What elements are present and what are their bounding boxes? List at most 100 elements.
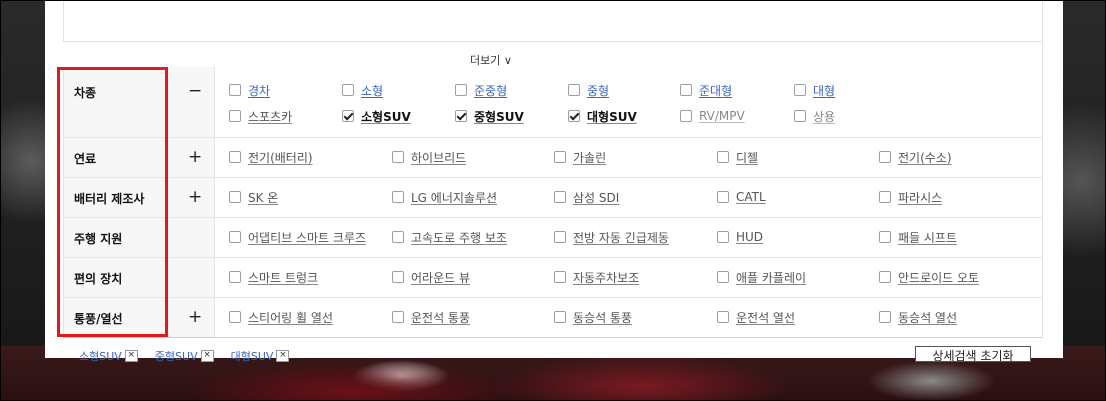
option-label[interactable]: 스포츠카 (248, 108, 292, 125)
checkbox[interactable] (717, 191, 729, 203)
filter-option[interactable]: 하이브리드 (392, 148, 466, 166)
filter-option[interactable]: 안드로이드 오토 (879, 268, 979, 286)
checkbox[interactable] (680, 84, 692, 96)
collapse-button[interactable]: − (167, 67, 215, 137)
option-label[interactable]: 운전석 통풍 (411, 309, 470, 326)
filter-option[interactable]: 삼성 SDI (554, 188, 619, 206)
close-icon[interactable]: × (124, 350, 138, 362)
checkbox[interactable] (229, 84, 241, 96)
filter-option[interactable]: HUD (717, 228, 763, 246)
option-label[interactable]: RV/MPV (699, 109, 745, 123)
filter-option[interactable]: SK 온 (229, 188, 278, 206)
filter-option[interactable]: 대형SUV (568, 107, 637, 125)
checkbox[interactable] (717, 151, 729, 163)
filter-option[interactable]: 어댑티브 스마트 크루즈 (229, 228, 366, 246)
filter-option[interactable]: 디젤 (717, 148, 758, 166)
checkbox[interactable] (879, 271, 891, 283)
checkbox[interactable] (879, 151, 891, 163)
filter-option[interactable]: 대형 (794, 81, 835, 99)
option-label[interactable]: 스마트 트렁크 (248, 269, 318, 286)
checkbox[interactable] (342, 84, 354, 96)
checkbox[interactable] (554, 311, 566, 323)
filter-option[interactable]: 중형 (568, 81, 609, 99)
filter-option[interactable]: 전기(배터리) (229, 148, 313, 166)
checkbox[interactable] (568, 84, 580, 96)
close-icon[interactable]: × (276, 350, 290, 362)
filter-option[interactable]: 준중형 (455, 81, 507, 99)
option-label[interactable]: 어라운드 뷰 (411, 269, 470, 286)
checkbox-checked[interactable] (342, 110, 354, 122)
checkbox-checked[interactable] (455, 110, 467, 122)
filter-option[interactable]: 상용 (794, 107, 835, 125)
expand-button[interactable]: + (167, 178, 215, 217)
filter-option[interactable]: 준대형 (680, 81, 732, 99)
expand-button[interactable]: + (167, 298, 215, 337)
filter-option[interactable]: 소형SUV (342, 107, 411, 125)
filter-option[interactable]: 스포츠카 (229, 107, 292, 125)
filter-option[interactable]: 소형 (342, 81, 383, 99)
checkbox[interactable] (794, 84, 806, 96)
filter-option[interactable]: 운전석 통풍 (392, 308, 470, 326)
chip[interactable]: 대형SUV × (231, 348, 290, 364)
filter-option[interactable]: RV/MPV (680, 107, 745, 125)
filter-option[interactable]: LG 에너지솔루션 (392, 188, 497, 206)
option-label[interactable]: 대형SUV (587, 108, 637, 125)
filter-option[interactable]: 운전석 열선 (717, 308, 795, 326)
filter-option[interactable]: 전방 자동 긴급제동 (554, 228, 669, 246)
option-label[interactable]: 준대형 (699, 82, 732, 99)
filter-option[interactable]: 중형SUV (455, 107, 524, 125)
checkbox[interactable] (392, 231, 404, 243)
expand-button[interactable]: + (167, 138, 215, 177)
option-label[interactable]: 하이브리드 (411, 149, 466, 166)
option-label[interactable]: 준중형 (474, 82, 507, 99)
filter-option[interactable]: 동승석 열선 (879, 308, 957, 326)
option-label[interactable]: 동승석 열선 (898, 309, 957, 326)
option-label[interactable]: 고속도로 주행 보조 (411, 229, 507, 246)
option-label[interactable]: 디젤 (736, 149, 758, 166)
filter-option[interactable]: 패들 시프트 (879, 228, 957, 246)
option-label[interactable]: 중형 (587, 82, 609, 99)
chip[interactable]: 중형SUV × (155, 348, 214, 364)
filter-option[interactable]: 애플 카플레이 (717, 268, 806, 286)
option-label[interactable]: SK 온 (248, 189, 278, 206)
checkbox[interactable] (392, 311, 404, 323)
checkbox[interactable] (229, 311, 241, 323)
option-label[interactable]: LG 에너지솔루션 (411, 189, 497, 206)
checkbox[interactable] (554, 231, 566, 243)
option-label[interactable]: 패들 시프트 (898, 229, 957, 246)
checkbox[interactable] (554, 151, 566, 163)
option-label[interactable]: 애플 카플레이 (736, 269, 806, 286)
close-icon[interactable]: × (200, 350, 214, 362)
more-button[interactable]: 더보기 ∨ (470, 52, 512, 68)
option-label[interactable]: 전방 자동 긴급제동 (573, 229, 669, 246)
option-label[interactable]: 가솔린 (573, 149, 606, 166)
option-label[interactable]: CATL (736, 190, 766, 204)
option-label[interactable]: 소형 (361, 82, 383, 99)
option-label[interactable]: 파라시스 (898, 189, 942, 206)
checkbox[interactable] (717, 271, 729, 283)
reset-filters-button[interactable]: 상세검색 초기화 (915, 346, 1031, 362)
option-label[interactable]: 대형 (813, 82, 835, 99)
checkbox[interactable] (717, 311, 729, 323)
checkbox[interactable] (554, 271, 566, 283)
option-label[interactable]: 전기(배터리) (248, 149, 313, 166)
checkbox[interactable] (229, 110, 241, 122)
filter-option[interactable]: CATL (717, 188, 766, 206)
option-label[interactable]: 운전석 열선 (736, 309, 795, 326)
filter-option[interactable]: 자동주차보조 (554, 268, 639, 286)
checkbox[interactable] (229, 271, 241, 283)
option-label[interactable]: 동승석 통풍 (573, 309, 632, 326)
filter-option[interactable]: 파라시스 (879, 188, 942, 206)
checkbox[interactable] (392, 151, 404, 163)
option-label[interactable]: 삼성 SDI (573, 189, 619, 206)
option-label[interactable]: HUD (736, 230, 763, 244)
checkbox[interactable] (879, 231, 891, 243)
checkbox-checked[interactable] (568, 110, 580, 122)
chip[interactable]: 소형SUV × (79, 348, 138, 364)
checkbox[interactable] (879, 191, 891, 203)
checkbox[interactable] (229, 191, 241, 203)
checkbox[interactable] (794, 110, 806, 122)
filter-option[interactable]: 어라운드 뷰 (392, 268, 470, 286)
option-label[interactable]: 소형SUV (361, 108, 411, 125)
filter-option[interactable]: 가솔린 (554, 148, 606, 166)
